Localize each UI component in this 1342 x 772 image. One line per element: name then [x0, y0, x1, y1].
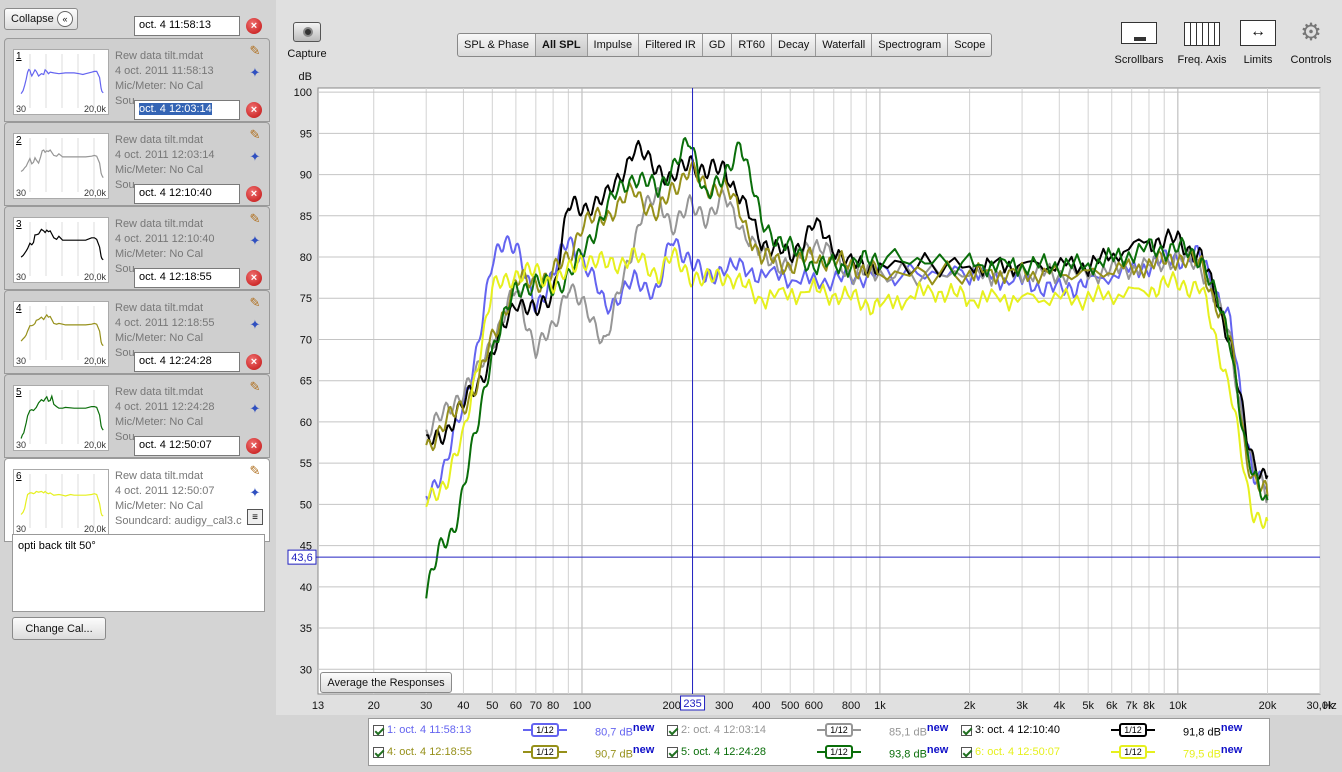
x-tick-label: 2k — [964, 700, 976, 712]
x-tick-label: 800 — [842, 700, 860, 712]
legend-level-value: 90,7 dB — [595, 748, 633, 761]
smoothing-indicator[interactable]: 1/12 — [1111, 745, 1155, 759]
x-tick-label: 60 — [510, 700, 522, 712]
plot-background — [317, 87, 1321, 695]
x-tick-label: 200 — [662, 700, 680, 712]
smoothing-indicator[interactable]: 1/12 — [523, 723, 567, 737]
legend-level-new: new — [1220, 722, 1243, 734]
smoothing-indicator[interactable]: 1/12 — [1111, 723, 1155, 737]
graph-legend: 1: oct. 4 11:58:13 1/12 80,7 dBnew 2: oct. … — [368, 718, 1270, 766]
legend-level-new: new — [632, 744, 655, 756]
legend-checkbox[interactable] — [667, 724, 678, 736]
smoothing-indicator[interactable]: 1/12 — [523, 745, 567, 759]
x-tick-label: 300 — [715, 700, 733, 712]
y-tick-label: 85 — [300, 211, 312, 223]
legend-level-new: new — [1220, 744, 1243, 756]
smoothing-label: 1/12 — [825, 745, 853, 759]
legend-level-value: 93,8 dB — [889, 748, 927, 761]
x-tick-label: 4k — [1053, 700, 1065, 712]
y-tick-label: 100 — [294, 87, 312, 99]
legend-entry[interactable]: 4: oct. 4 12:18:55 — [373, 746, 472, 758]
legend-label: 3: oct. 4 12:10:40 — [975, 724, 1061, 736]
smoothing-indicator[interactable]: 1/12 — [817, 723, 861, 737]
legend-entry[interactable]: 2: oct. 4 12:03:14 — [667, 724, 766, 736]
legend-label: 2: oct. 4 12:03:14 — [681, 724, 767, 736]
y-unit-label: dB — [299, 71, 312, 83]
y-tick-label: 50 — [300, 499, 312, 511]
x-tick-label: 20 — [368, 700, 380, 712]
x-unit-label: Hz — [1323, 700, 1336, 712]
x-tick-label: 20k — [1259, 700, 1277, 712]
y-tick-label: 70 — [300, 334, 312, 346]
y-tick-label: 55 — [300, 458, 312, 470]
legend-level: 85,1 dBnew — [889, 722, 948, 739]
legend-level-value: 91,8 dB — [1183, 726, 1221, 739]
legend-entry[interactable]: 1: oct. 4 11:58:13 — [373, 724, 471, 736]
legend-level: 91,8 dBnew — [1183, 722, 1242, 739]
x-tick-label: 40 — [457, 700, 469, 712]
y-tick-label: 75 — [300, 293, 312, 305]
x-tick-label: 70 — [530, 700, 542, 712]
legend-level: 93,8 dBnew — [889, 744, 948, 761]
y-tick-label: 40 — [300, 582, 312, 594]
spl-graph[interactable]: 3035404550556065707580859095100dB13 20 30 4… — [0, 0, 1342, 772]
x-tick-label: 5k — [1082, 700, 1094, 712]
legend-level-new: new — [926, 722, 949, 734]
legend-level: 80,7 dBnew — [595, 722, 654, 739]
average-responses-label: Average the Responses — [327, 676, 445, 689]
x-tick-label: 500 — [781, 700, 799, 712]
smoothing-label: 1/12 — [531, 745, 559, 759]
y-tick-label: 80 — [300, 252, 312, 264]
legend-label: 1: oct. 4 11:58:13 — [387, 724, 472, 736]
legend-label: 6: oct. 4 12:50:07 — [975, 746, 1061, 758]
x-tick-label: 1k — [874, 700, 886, 712]
smoothing-label: 1/12 — [825, 723, 853, 737]
legend-level-value: 80,7 dB — [595, 726, 633, 739]
legend-label: 4: oct. 4 12:18:55 — [387, 746, 473, 758]
x-tick-label: 30 — [420, 700, 432, 712]
y-tick-label: 95 — [300, 128, 312, 140]
smoothing-indicator[interactable]: 1/12 — [817, 745, 861, 759]
x-tick-label: 10k — [1169, 700, 1187, 712]
average-responses-button[interactable]: Average the Responses — [320, 672, 452, 693]
x-tick-label: 80 — [547, 700, 559, 712]
x-tick-label: 400 — [752, 700, 770, 712]
legend-level: 90,7 dBnew — [595, 744, 654, 761]
y-tick-label: 30 — [300, 664, 312, 676]
legend-entry[interactable]: 3: oct. 4 12:10:40 — [961, 724, 1060, 736]
legend-checkbox[interactable] — [667, 746, 678, 758]
x-tick-label: 3k — [1016, 700, 1028, 712]
legend-entry[interactable]: 5: oct. 4 12:24:28 — [667, 746, 766, 758]
cursor-y-label: 43,6 — [291, 552, 312, 564]
x-tick-label: 8k — [1143, 700, 1155, 712]
legend-checkbox[interactable] — [373, 746, 384, 758]
y-tick-label: 35 — [300, 623, 312, 635]
y-tick-label: 90 — [300, 170, 312, 182]
legend-level-value: 79,5 dB — [1183, 748, 1221, 761]
legend-checkbox[interactable] — [961, 746, 972, 758]
legend-level: 79,5 dBnew — [1183, 744, 1242, 761]
x-tick-label: 100 — [573, 700, 591, 712]
x-tick-label: 6k — [1106, 700, 1118, 712]
x-tick-label: 600 — [805, 700, 823, 712]
x-tick-label: 7k — [1126, 700, 1138, 712]
y-tick-label: 60 — [300, 417, 312, 429]
legend-level-value: 85,1 dB — [889, 726, 927, 739]
legend-level-new: new — [926, 744, 949, 756]
rew-window: { "sidebar": { "collapse_label": "Collap… — [0, 0, 1342, 772]
smoothing-label: 1/12 — [531, 723, 559, 737]
legend-level-new: new — [632, 722, 655, 734]
legend-entry[interactable]: 6: oct. 4 12:50:07 — [961, 746, 1060, 758]
legend-checkbox[interactable] — [373, 724, 384, 736]
x-tick-label: 50 — [486, 700, 498, 712]
legend-label: 5: oct. 4 12:24:28 — [681, 746, 767, 758]
legend-checkbox[interactable] — [961, 724, 972, 736]
x-tick-label: 13 — [312, 700, 324, 712]
smoothing-label: 1/12 — [1119, 723, 1147, 737]
y-tick-label: 65 — [300, 376, 312, 388]
smoothing-label: 1/12 — [1119, 745, 1147, 759]
cursor-x-label: 235 — [683, 698, 701, 710]
